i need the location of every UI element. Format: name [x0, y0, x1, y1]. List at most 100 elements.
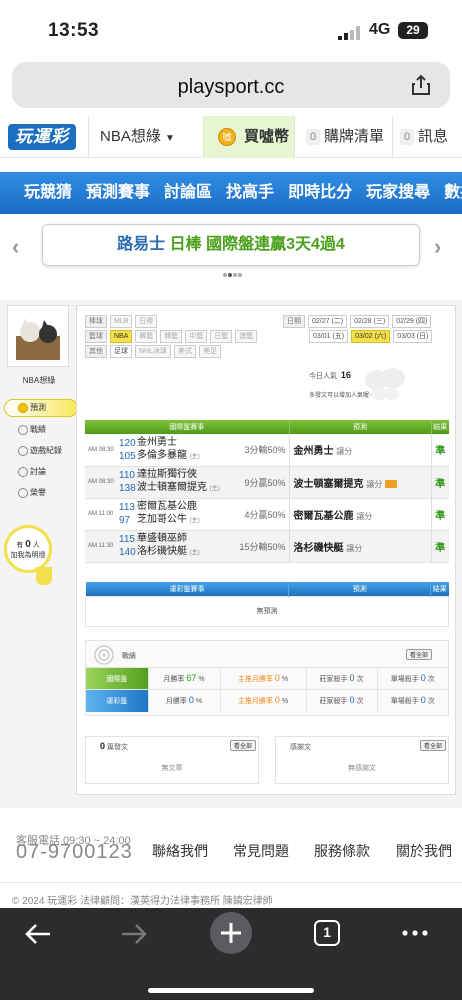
intl-prediction-table: 國際盤賽事 預測 結果 AM 08:30 120 105 金州勇士 多倫多暴龍 (主) 3…	[85, 420, 449, 563]
filter-cba[interactable]: 中籃	[185, 330, 208, 343]
service-phone[interactable]: 07-9700123	[16, 842, 133, 862]
url-field[interactable]: playsport.cc	[12, 62, 450, 108]
menu-item[interactable]: 數據	[444, 172, 462, 214]
filter-nbl[interactable]: 澳籃	[235, 330, 258, 343]
team-away[interactable]: 華盛頓巫師	[137, 532, 233, 545]
messages-label: 訊息	[418, 128, 449, 145]
more-icon[interactable]	[402, 930, 428, 936]
thanks-view-all-button[interactable]: 看全部	[420, 740, 447, 751]
menu-item[interactable]: 預測賽事	[86, 172, 150, 214]
stat-value: 0	[349, 673, 355, 683]
result-mark: 準	[430, 466, 449, 498]
prediction-team: 密爾瓦基公鹿	[293, 510, 354, 522]
filter-bleague[interactable]: 日籃	[210, 330, 233, 343]
footer-link-about[interactable]: 關於我們	[396, 841, 452, 861]
date-0227[interactable]: 02/27 (二)	[308, 315, 348, 328]
filter-label-other: 其他	[85, 345, 107, 358]
team-away[interactable]: 密爾瓦基公鹿	[137, 500, 233, 513]
table-row: AM 11:30 115 140 華盛頓巫師 洛杉磯快艇 (主) 15分輸50% 洛杉磯快艇…	[85, 530, 449, 562]
target-stats-icon	[94, 645, 114, 665]
copyright: © 2024 玩運彩 法律顧問：漢英得力法律事務所 陳鎮宏律師	[12, 896, 273, 907]
menu-item[interactable]: 即時比分	[288, 172, 352, 214]
handicap-odds: 4分贏50%	[244, 509, 286, 520]
avatar[interactable]	[7, 305, 69, 367]
home-tag: (主)	[189, 550, 200, 556]
buy-coin-button[interactable]: 噓 買噓幣	[203, 116, 295, 158]
sidebar-item-history[interactable]: 遊戲紀錄	[4, 442, 76, 460]
stat-unit: 次	[427, 698, 435, 706]
date-0302[interactable]: 03/02 (六)	[351, 330, 391, 343]
filter-nfl[interactable]: 美足	[199, 345, 222, 358]
site-logo[interactable]: 玩運彩	[8, 124, 76, 150]
date-0301[interactable]: 03/01 (五)	[309, 330, 349, 343]
team-home[interactable]: 洛杉磯快艇	[137, 546, 187, 557]
like-bulb[interactable]: 有 0 人 加我為明燈	[4, 525, 52, 573]
posts-view-all-button[interactable]: 看全部	[230, 740, 257, 751]
league-filters: 棒球 MLB 日棒 籃球 NBA 韓籃 韓籃 中籃 日籃 澳籃 其他 足球 NHL冰球 美式 美足	[85, 314, 260, 359]
table-row: AM 08:30 110 138 達拉斯獨行俠 波士頓塞爾提克 (主) 9分贏50% 波士頓…	[85, 466, 449, 498]
prediction-team: 波士頓塞爾提克	[293, 478, 364, 490]
date-0229[interactable]: 02/29 (四)	[392, 315, 432, 328]
team-away[interactable]: 達拉斯獨行俠	[137, 468, 233, 481]
filter-npb[interactable]: 日棒	[135, 315, 158, 328]
sidebar-item-record[interactable]: 戰績	[4, 421, 76, 439]
game-time: AM 08:30	[88, 446, 114, 453]
score-away: 113	[119, 502, 135, 513]
sidebar-item-label: 戰績	[30, 425, 46, 434]
messages-link[interactable]: 0 訊息	[400, 116, 448, 158]
network-label: 4G	[369, 21, 391, 38]
filter-nhl[interactable]: NHL冰球	[135, 345, 172, 358]
sidebar-item-label: 討論	[30, 467, 46, 476]
forward-arrow-icon[interactable]	[120, 922, 148, 946]
date-0228[interactable]: 02/28 (三)	[350, 315, 390, 328]
menu-item[interactable]: 玩家搜尋	[366, 172, 430, 214]
footer-link-terms[interactable]: 服務條款	[314, 841, 370, 861]
new-tab-button[interactable]	[210, 912, 252, 954]
sidebar-item-predict[interactable]: 預測	[4, 399, 76, 417]
score-home: 138	[119, 483, 136, 494]
filter-kbl[interactable]: 韓籃	[135, 330, 158, 343]
bulb-base	[36, 567, 52, 585]
buy-coin-label: 買噓幣	[244, 128, 290, 145]
team-home[interactable]: 波士頓塞爾提克	[137, 482, 207, 493]
menu-item[interactable]: 找高手	[226, 172, 274, 214]
chevron-left-icon[interactable]: ‹	[12, 234, 19, 260]
back-arrow-icon[interactable]	[24, 922, 52, 946]
team-home-row: 多倫多暴龍 (主)	[137, 449, 233, 464]
menu-item[interactable]: 玩競猜	[24, 172, 72, 214]
medal-icon	[18, 488, 28, 498]
team-home[interactable]: 多倫多暴龍	[137, 450, 187, 461]
filter-nba[interactable]: NBA	[110, 330, 133, 343]
sidebar-item-label: 遊戲紀錄	[30, 446, 62, 455]
sidebar-item-discuss[interactable]: 討論	[4, 463, 76, 481]
footer-link-contact[interactable]: 聯絡我們	[152, 841, 208, 861]
result-mark: 準	[430, 498, 449, 530]
filter-label-date: 日期	[283, 315, 305, 328]
chevron-right-icon[interactable]: ›	[434, 234, 441, 260]
channel-dropdown[interactable]: NBA想綠 ▼	[100, 116, 175, 158]
stats-view-all-button[interactable]: 看全部	[406, 649, 433, 660]
team-away[interactable]: 金州勇士	[137, 436, 233, 449]
result-mark: 準	[430, 530, 449, 562]
date-0303[interactable]: 03/03 (日)	[393, 330, 433, 343]
score-home: 140	[119, 547, 136, 558]
sidebar-item-honor[interactable]: 榮譽	[4, 484, 76, 502]
stats-market-label: 國際盤	[86, 667, 148, 690]
filter-us[interactable]: 美式	[174, 345, 197, 358]
stat-value: 0	[274, 695, 280, 706]
filter-soccer[interactable]: 足球	[110, 345, 132, 358]
posts-box: 0 篇發文 看全部 無文章	[85, 736, 259, 784]
menu-item[interactable]: 討論區	[164, 172, 212, 214]
footer-link-faq[interactable]: 常見問題	[233, 841, 289, 861]
stat-label: 月勝率	[163, 676, 185, 683]
buy-list-link[interactable]: 0 購牌清單	[306, 116, 384, 158]
handicap-odds: 3分輸50%	[244, 445, 286, 456]
month-win-rate: 月勝率 67 %	[147, 667, 220, 690]
team-home[interactable]: 芝加哥公牛	[137, 514, 187, 525]
share-icon[interactable]	[410, 74, 432, 96]
main-win-rate: 主推月勝率 0 %	[219, 689, 306, 712]
filter-mlb[interactable]: MLB	[110, 315, 133, 328]
filter-kbl2[interactable]: 韓籃	[160, 330, 183, 343]
tabs-button[interactable]: 1	[314, 920, 340, 946]
banner-card[interactable]: 路易士 日棒 國際盤連贏3天4過4	[42, 224, 420, 266]
